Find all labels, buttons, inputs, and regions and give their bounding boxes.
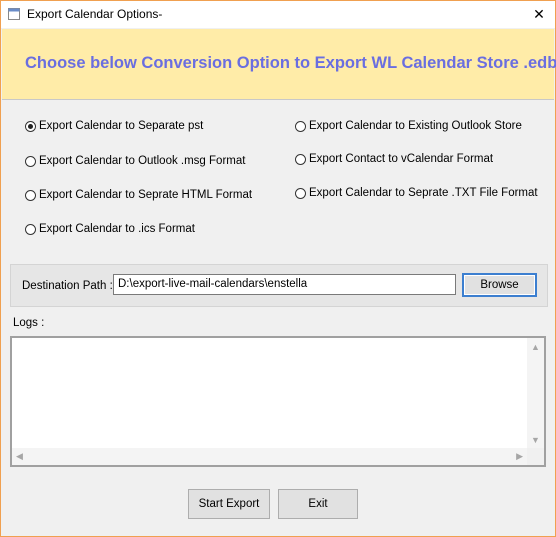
radio-label: Export Calendar to Seprate HTML Format xyxy=(39,189,253,201)
close-icon: ✕ xyxy=(533,6,545,22)
exit-button[interactable]: Exit xyxy=(278,489,358,519)
radio-separate-txt[interactable]: Export Calendar to Seprate .TXT File For… xyxy=(295,187,538,199)
page-heading: Choose below Conversion Option to Export… xyxy=(25,54,556,72)
radio-existing-outlook-store[interactable]: Export Calendar to Existing Outlook Stor… xyxy=(295,120,522,132)
destination-path-input[interactable]: D:\export-live-mail-calendars\enstella xyxy=(113,274,456,295)
radio-button[interactable] xyxy=(25,155,36,167)
start-export-button[interactable]: Start Export xyxy=(188,489,270,519)
radio-button[interactable] xyxy=(25,189,36,201)
scrollbar-corner xyxy=(527,448,544,465)
scroll-right-arrow-icon[interactable]: ▶ xyxy=(516,452,523,461)
radio-button[interactable] xyxy=(295,187,306,199)
scroll-left-arrow-icon[interactable]: ◀ xyxy=(16,452,23,461)
radio-button-checked[interactable] xyxy=(25,120,36,132)
radio-outlook-msg[interactable]: Export Calendar to Outlook .msg Format xyxy=(25,155,245,167)
radio-label: Export Calendar to Seprate .TXT File For… xyxy=(309,187,538,199)
radio-ics-format[interactable]: Export Calendar to .ics Format xyxy=(25,223,195,235)
radio-button[interactable] xyxy=(25,223,36,235)
radio-label: Export Calendar to Existing Outlook Stor… xyxy=(309,120,522,132)
vertical-scrollbar[interactable]: ▲ ▼ xyxy=(527,338,544,450)
title-bar: Export Calendar Options- ✕ xyxy=(1,1,555,28)
radio-separate-pst[interactable]: Export Calendar to Separate pst xyxy=(25,120,203,132)
logs-textarea[interactable]: ▲ ▼ ◀ ▶ xyxy=(10,336,546,467)
logs-label: Logs : xyxy=(13,317,45,329)
close-button[interactable]: ✕ xyxy=(523,1,555,28)
radio-button[interactable] xyxy=(295,120,306,132)
scroll-up-arrow-icon[interactable]: ▲ xyxy=(531,343,540,352)
destination-panel: Destination Path : D:\export-live-mail-c… xyxy=(10,264,548,307)
radio-button[interactable] xyxy=(295,153,306,165)
app-icon xyxy=(8,8,20,20)
radio-label: Export Calendar to Separate pst xyxy=(39,120,204,132)
radio-label: Export Calendar to Outlook .msg Format xyxy=(39,155,246,167)
radio-vcalendar-format[interactable]: Export Contact to vCalendar Format xyxy=(295,153,493,165)
horizontal-scrollbar[interactable]: ◀ ▶ xyxy=(12,448,527,465)
header-banner: Choose below Conversion Option to Export… xyxy=(2,29,556,100)
radio-label: Export Calendar to .ics Format xyxy=(39,223,195,235)
window-title: Export Calendar Options- xyxy=(27,7,163,21)
destination-path-label: Destination Path : xyxy=(22,280,113,292)
radio-separate-html[interactable]: Export Calendar to Seprate HTML Format xyxy=(25,189,252,201)
radio-label: Export Contact to vCalendar Format xyxy=(309,153,494,165)
export-calendar-window: Export Calendar Options- ✕ Choose below … xyxy=(0,0,556,537)
browse-button[interactable]: Browse xyxy=(462,273,537,297)
scroll-down-arrow-icon[interactable]: ▼ xyxy=(531,436,540,445)
